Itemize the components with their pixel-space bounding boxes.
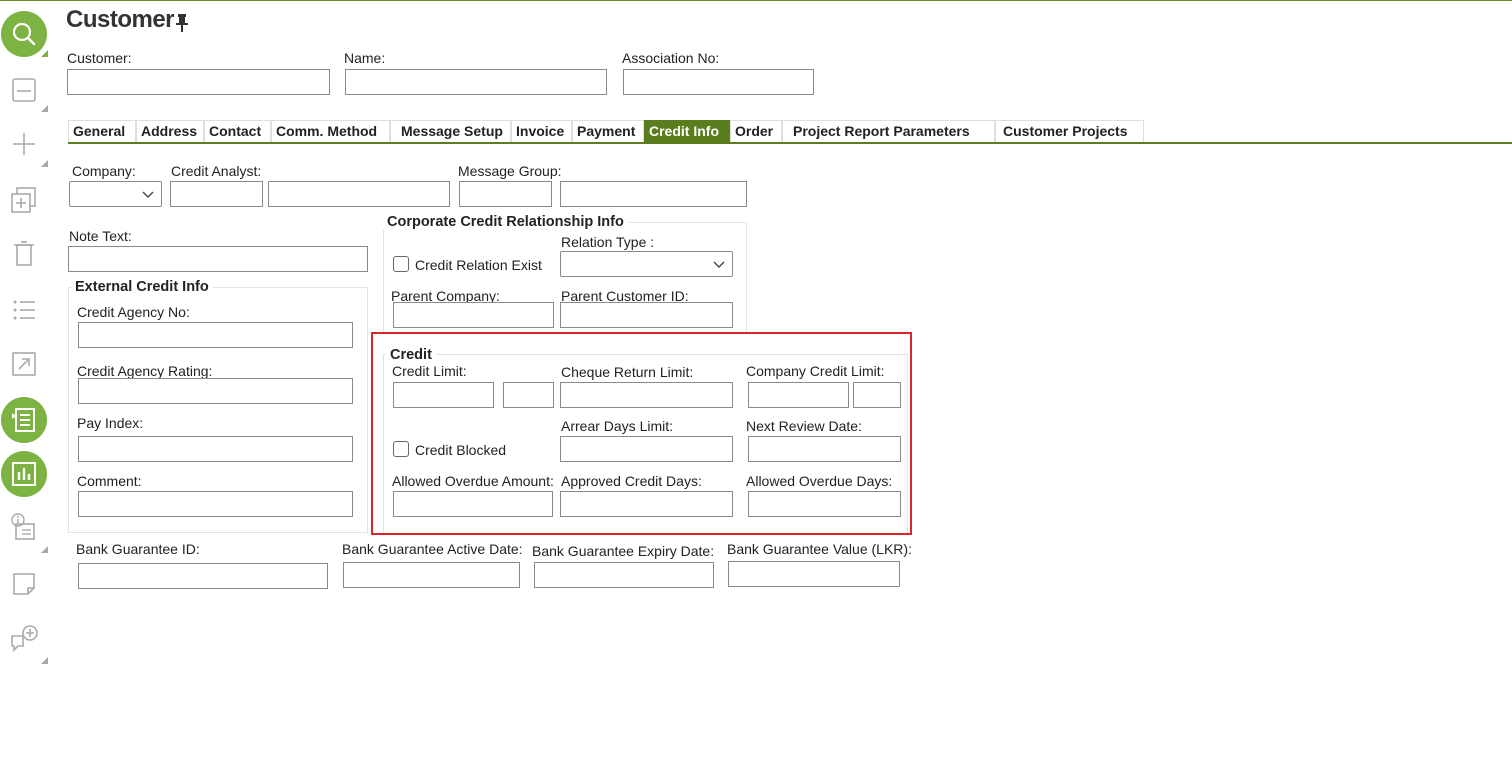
bank-guarantee-value-label: Bank Guarantee Value (LKR): — [727, 541, 912, 557]
expand-indicator — [41, 546, 48, 553]
expand-indicator — [41, 50, 48, 57]
bank-guarantee-value-field[interactable] — [728, 561, 900, 587]
note-text-label: Note Text: — [69, 228, 132, 244]
association-field[interactable] — [623, 69, 814, 95]
tab-customer-projects[interactable]: Customer Projects — [995, 120, 1144, 142]
top-border — [0, 0, 1512, 1]
credit-relation-exist-checkbox[interactable] — [393, 256, 409, 272]
pay-index-label: Pay Index: — [77, 415, 144, 431]
report-icon — [12, 462, 36, 486]
external-credit-title: External Credit Info — [71, 279, 213, 295]
comment-field[interactable] — [78, 491, 353, 517]
credit-analyst-field[interactable] — [170, 181, 263, 207]
association-label: Association No: — [622, 50, 720, 66]
page-title: Customer — [66, 6, 175, 33]
delete-icon[interactable] — [10, 240, 38, 268]
relation-type-select[interactable] — [560, 251, 733, 277]
expand-indicator — [41, 657, 48, 664]
tab-order[interactable]: Order — [730, 120, 782, 142]
credit-agency-no-field[interactable] — [78, 322, 353, 348]
tab-invoice[interactable]: Invoice — [511, 120, 572, 142]
chevron-down-icon — [142, 191, 154, 198]
note-icon[interactable] — [10, 570, 38, 598]
message-group-label: Message Group: — [458, 163, 562, 179]
info-icon[interactable] — [10, 512, 38, 540]
name-label: Name: — [344, 50, 386, 66]
company-select[interactable] — [69, 181, 162, 207]
bank-guarantee-expiry-date-label: Bank Guarantee Expiry Date: — [532, 543, 715, 559]
message-group-field[interactable] — [459, 181, 552, 207]
expand-indicator — [41, 105, 48, 112]
credit-analyst-label: Credit Analyst: — [171, 163, 262, 179]
tab-contact[interactable]: Contact — [204, 120, 271, 142]
credit-agency-rating-label: Credit Agency Rating: — [77, 363, 213, 379]
save-icon[interactable] — [10, 76, 38, 104]
company-label: Company: — [72, 163, 136, 179]
tab-credit-info[interactable]: Credit Info — [644, 120, 730, 142]
bank-guarantee-id-label: Bank Guarantee ID: — [76, 541, 200, 557]
expand-indicator — [41, 160, 48, 167]
tab-payment[interactable]: Payment — [572, 120, 644, 142]
chat-icon[interactable] — [10, 624, 38, 652]
credit-agency-no-label: Credit Agency No: — [77, 304, 190, 320]
customer-field[interactable] — [67, 69, 330, 95]
message-group-desc-field[interactable] — [560, 181, 747, 207]
tab-comm-method[interactable]: Comm. Method — [271, 120, 390, 142]
customer-label: Customer: — [67, 50, 132, 66]
open-icon[interactable] — [10, 350, 38, 378]
bank-guarantee-expiry-date-field[interactable] — [534, 562, 714, 588]
details-icon — [12, 408, 35, 432]
bank-guarantee-active-date-label: Bank Guarantee Active Date: — [342, 541, 523, 557]
tab-message-setup[interactable]: Message Setup — [390, 120, 511, 142]
credit-agency-rating-field[interactable] — [78, 378, 353, 404]
highlight-box — [371, 332, 912, 535]
add-icon[interactable] — [10, 130, 38, 158]
note-text-field[interactable] — [68, 246, 368, 272]
report-button[interactable] — [1, 451, 47, 497]
tab-underline — [68, 142, 1512, 144]
tab-address[interactable]: Address — [136, 120, 204, 142]
chevron-down-icon — [713, 261, 725, 268]
name-field[interactable] — [345, 69, 607, 95]
duplicate-icon[interactable] — [10, 186, 38, 214]
relation-type-label: Relation Type : — [561, 234, 655, 250]
tab-bar: General Address Contact Comm. Method Mes… — [68, 120, 1144, 142]
parent-company-field[interactable] — [393, 302, 554, 328]
credit-analyst-name-field[interactable] — [268, 181, 450, 207]
bank-guarantee-active-date-field[interactable] — [343, 562, 520, 588]
list-icon[interactable] — [10, 296, 38, 324]
credit-relation-exist-label: Credit Relation Exist — [415, 257, 542, 273]
bank-guarantee-id-field[interactable] — [78, 563, 328, 589]
parent-customer-field[interactable] — [560, 302, 733, 328]
corporate-credit-title: Corporate Credit Relationship Info — [383, 214, 628, 230]
comment-label: Comment: — [77, 473, 142, 489]
pay-index-field[interactable] — [78, 436, 353, 462]
tab-general[interactable]: General — [68, 120, 136, 142]
tab-project-report-parameters[interactable]: Project Report Parameters — [782, 120, 995, 142]
pin-icon[interactable] — [174, 13, 190, 33]
details-button[interactable] — [1, 397, 47, 443]
